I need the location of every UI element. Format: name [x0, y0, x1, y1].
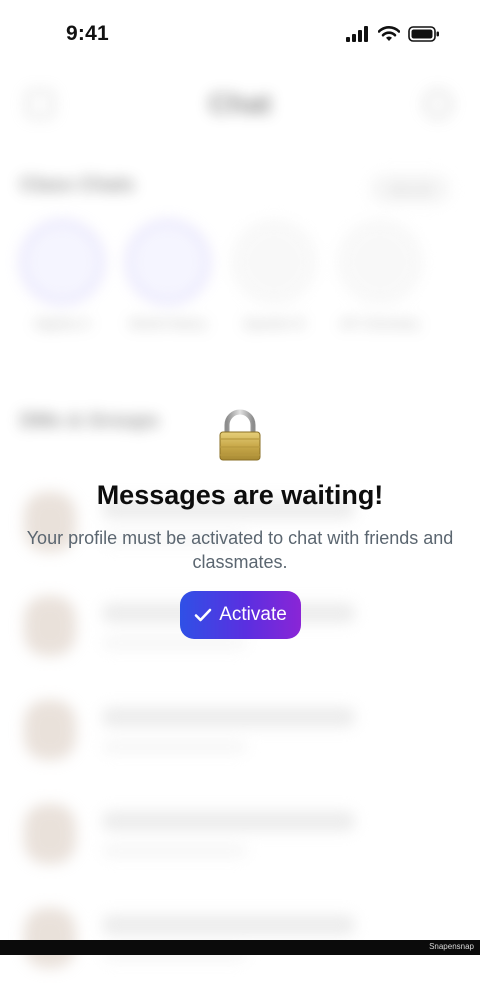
watermark-text: Snapensnap	[429, 942, 474, 951]
footer-bar: Snapensnap	[0, 940, 480, 955]
activation-overlay: Messages are waiting! Your profile must …	[0, 0, 480, 940]
checkmark-icon	[194, 608, 212, 622]
padlock-icon	[212, 408, 268, 464]
modal-body: Your profile must be activated to chat w…	[26, 528, 454, 572]
modal-title: Messages are waiting!	[96, 480, 384, 510]
activate-button[interactable]: Activate	[180, 591, 301, 639]
activate-button-label: Activate	[219, 604, 287, 625]
